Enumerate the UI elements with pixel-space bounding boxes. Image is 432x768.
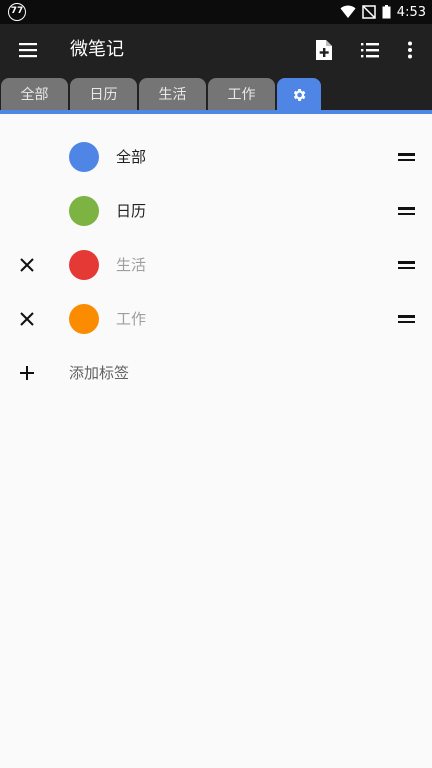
status-bar: 77 4:53 — [0, 0, 432, 24]
app-bar: 微笔记 — [0, 24, 432, 76]
tag-color-dot[interactable] — [69, 250, 99, 280]
tag-row-work: 工作 — [0, 292, 432, 346]
more-vert-icon — [408, 41, 412, 59]
add-tag-label: 添加标签 — [69, 364, 130, 382]
tag-row-all: 全部 — [0, 130, 432, 184]
tag-color-dot[interactable] — [69, 304, 99, 334]
list-view-icon — [361, 43, 379, 58]
tag-label[interactable]: 工作 — [116, 292, 146, 346]
menu-button[interactable] — [14, 36, 42, 64]
tag-row-life: 生活 — [0, 238, 432, 292]
add-tag-button[interactable] — [14, 360, 40, 386]
tab-bar: 全部 日历 生活 工作 — [0, 76, 432, 112]
tab-work[interactable]: 工作 — [208, 78, 275, 112]
tab-settings[interactable] — [277, 78, 321, 112]
new-note-button[interactable] — [310, 36, 338, 64]
close-icon — [20, 312, 34, 326]
drag-handle-icon[interactable] — [398, 256, 418, 274]
notification-badge-icon: 77 — [8, 3, 26, 21]
status-time: 4:53 — [396, 4, 426, 20]
tab-calendar[interactable]: 日历 — [70, 78, 137, 112]
plus-icon — [20, 366, 34, 380]
close-icon — [20, 258, 34, 272]
wifi-icon — [340, 5, 356, 18]
remove-tag-button[interactable] — [14, 252, 40, 278]
remove-tag-button[interactable] — [14, 306, 40, 332]
tab-life[interactable]: 生活 — [139, 78, 206, 112]
app-title: 微笔记 — [70, 39, 124, 60]
tag-row-calendar: 日历 — [0, 184, 432, 238]
gear-icon — [293, 89, 306, 101]
tab-indicator-bar — [0, 110, 432, 114]
new-note-icon — [316, 40, 332, 60]
tag-color-dot[interactable] — [69, 142, 99, 172]
menu-icon — [19, 43, 37, 58]
tag-label[interactable]: 日历 — [116, 184, 146, 238]
list-view-button[interactable] — [356, 36, 384, 64]
tag-label[interactable]: 生活 — [116, 238, 146, 292]
drag-handle-icon[interactable] — [398, 148, 418, 166]
tab-all[interactable]: 全部 — [1, 78, 68, 112]
tag-label[interactable]: 全部 — [116, 130, 146, 184]
battery-icon — [382, 5, 391, 19]
drag-handle-icon[interactable] — [398, 202, 418, 220]
status-icons: 4:53 — [340, 0, 426, 24]
drag-handle-icon[interactable] — [398, 310, 418, 328]
add-tag-row[interactable]: 添加标签 — [0, 346, 432, 400]
tag-color-dot[interactable] — [69, 196, 99, 226]
more-options-button[interactable] — [396, 36, 424, 64]
no-signal-icon — [362, 5, 376, 19]
